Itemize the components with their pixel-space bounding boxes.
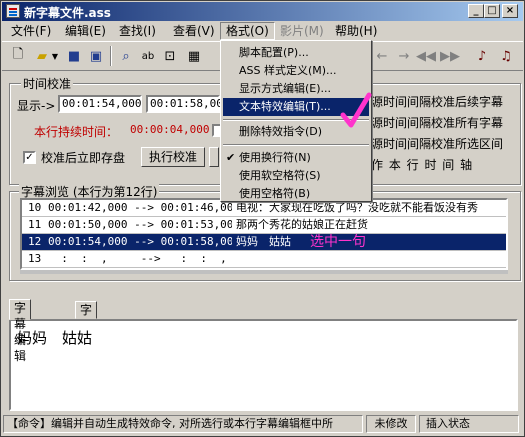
row-number: 10 bbox=[28, 201, 42, 214]
row-number: 12 bbox=[28, 235, 42, 248]
status-modified: 未修改 bbox=[366, 415, 416, 433]
duration-value: 00:00:04,000 bbox=[130, 123, 210, 136]
open-folder-icon[interactable]: ▰ bbox=[32, 46, 52, 66]
tab-subtitle-edit[interactable]: 字幕编辑 bbox=[9, 299, 32, 363]
row-number: 11 bbox=[28, 218, 42, 231]
toolbar-extra-icon[interactable]: ▦ bbox=[184, 46, 204, 66]
save-all-icon[interactable]: ▣ bbox=[86, 46, 106, 66]
menu-item-script-config[interactable]: 脚本配置(P)... bbox=[223, 44, 369, 62]
toolbar-separator bbox=[110, 46, 112, 66]
timeline-label: 作 本 行 时 间 轴 bbox=[371, 158, 474, 172]
new-file-icon[interactable]: 🗋 bbox=[8, 46, 28, 66]
fast-forward-icon[interactable]: ▶▶ bbox=[440, 46, 460, 66]
option-all[interactable]: 源时间间隔校准所有字幕 bbox=[371, 114, 503, 131]
menu-find[interactable]: 查找(I) bbox=[114, 23, 161, 39]
display-label: 显示-> bbox=[17, 99, 56, 113]
save-after-checkbox[interactable]: ✓ bbox=[23, 151, 36, 164]
list-scrollbar[interactable] bbox=[20, 270, 508, 274]
subtitle-editor[interactable]: 妈妈 姑姑 bbox=[9, 319, 518, 411]
window-title: 新字幕文件.ass bbox=[24, 6, 111, 20]
row-time: 00:01:42,000 --> 00:01:46,000 bbox=[48, 201, 232, 214]
calibrate-button[interactable]: 执行校准 bbox=[141, 147, 205, 167]
row-number: 13 bbox=[28, 252, 42, 265]
row-text: 妈妈 姑姑 bbox=[236, 235, 291, 248]
duration-label: 本行持续时间： bbox=[34, 125, 119, 139]
app-window: 新字幕文件.ass _ □ × 文件(F) 编辑(E) 查找(I) 查看(V) … bbox=[0, 0, 525, 437]
status-command: 【命令】编辑并自动生成特效命令, 对所选行或本行字幕编辑框中所 bbox=[3, 415, 363, 433]
play-speed-icon[interactable]: ♪ bbox=[472, 46, 492, 66]
save-icon[interactable]: ■ bbox=[64, 46, 84, 66]
menu-item-use-space[interactable]: 使用空格符(B) bbox=[223, 185, 369, 203]
option-subsequent[interactable]: 源时间间隔校准后续字幕 bbox=[371, 93, 503, 110]
menu-item-ass-style[interactable]: ASS 样式定义(M)... bbox=[223, 62, 369, 80]
arrow-left-icon[interactable]: ← bbox=[372, 46, 392, 66]
end-time-field[interactable]: 00:01:58,000 bbox=[146, 95, 229, 113]
close-button[interactable]: × bbox=[502, 4, 518, 18]
title-bar[interactable]: 新字幕文件.ass _ □ × bbox=[2, 2, 523, 21]
subtitle-row-selected[interactable]: 12 00:01:54,000 --> 00:01:58,000 妈妈 姑姑 选… bbox=[22, 234, 506, 251]
menu-edit[interactable]: 编辑(E) bbox=[60, 23, 111, 39]
menu-file[interactable]: 文件(F) bbox=[6, 23, 56, 39]
replace-icon[interactable]: ab bbox=[138, 46, 158, 66]
menu-item-use-soft-space[interactable]: 使用软空格符(S) bbox=[223, 167, 369, 185]
dropdown-arrow-icon[interactable]: ▼ bbox=[50, 46, 60, 66]
rewind-icon[interactable]: ◀◀ bbox=[416, 46, 436, 66]
tab-subtitle-preview[interactable]: 字幕预览 bbox=[75, 301, 98, 365]
menu-help[interactable]: 帮助(H) bbox=[330, 23, 382, 39]
find-next-icon[interactable]: ⊡ bbox=[160, 46, 180, 66]
menu-bar: 文件(F) 编辑(E) 查找(I) 查看(V) 格式(O) 影片(M) 帮助(H… bbox=[2, 22, 523, 40]
menu-movie[interactable]: 影片(M) bbox=[275, 23, 329, 39]
subtitle-list[interactable]: 10 00:01:42,000 --> 00:01:46,000 电视：大家现在… bbox=[20, 198, 508, 270]
check-icon: ✔ bbox=[226, 151, 236, 164]
find-icon[interactable]: ⌕ bbox=[116, 46, 136, 66]
save-after-label: 校准后立即存盘 bbox=[41, 151, 126, 165]
option-range[interactable]: 源时间间隔校准所选区间 bbox=[371, 135, 503, 152]
arrow-right-icon[interactable]: → bbox=[394, 46, 414, 66]
maximize-button[interactable]: □ bbox=[484, 4, 500, 18]
annotation-text: 选中一句 bbox=[310, 234, 366, 250]
minimize-button[interactable]: _ bbox=[468, 4, 484, 18]
menu-view[interactable]: 查看(V) bbox=[168, 23, 220, 39]
row-text: 那两个秀花的姑娘正在赶货 bbox=[236, 218, 368, 231]
row-time: 00:01:50,000 --> 00:01:53,000 bbox=[48, 218, 232, 231]
row-time: : : , --> : : , bbox=[48, 252, 227, 265]
menu-separator bbox=[223, 144, 369, 146]
timing-group-label: 时间校准 bbox=[21, 75, 74, 92]
app-icon bbox=[6, 4, 20, 18]
row-time: 00:01:54,000 --> 00:01:58,000 bbox=[48, 235, 232, 248]
menu-item-use-newline[interactable]: 使用换行符(N) bbox=[223, 149, 369, 167]
subtitle-row[interactable]: 11 00:01:50,000 --> 00:01:53,000 那两个秀花的姑… bbox=[22, 217, 506, 234]
menu-format[interactable]: 格式(O) bbox=[220, 22, 275, 40]
subtitle-row[interactable]: 13 : : , --> : : , bbox=[22, 251, 506, 268]
start-time-field[interactable]: 00:01:54,000 bbox=[58, 95, 142, 113]
calibrate-extra-button[interactable] bbox=[209, 147, 219, 167]
play-speed-fast-icon[interactable]: ♫ bbox=[496, 46, 516, 66]
status-mode: 插入状态 bbox=[419, 415, 519, 433]
annotation-checkmark-icon bbox=[340, 92, 372, 128]
